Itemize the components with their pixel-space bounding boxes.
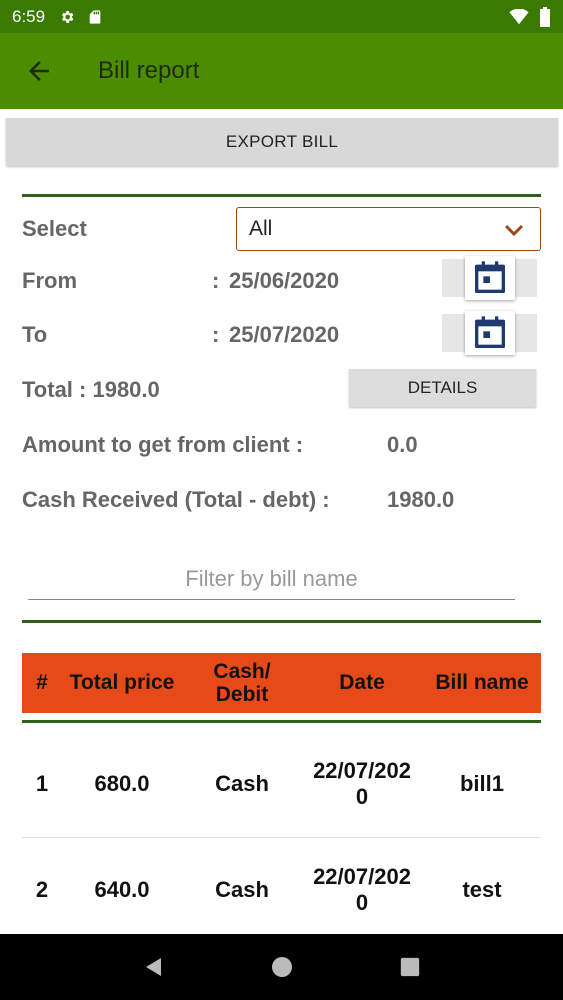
table-row[interactable]: 2 640.0 Cash 22/07/202 0 test [22,838,541,942]
table-row[interactable]: 1 680.0 Cash 22/07/202 0 bill1 [22,732,541,836]
cash-value: 1980.0 [387,487,455,512]
from-label: From [22,268,77,293]
cell-date: 22/07/202 0 [313,757,411,809]
cell-num: 1 [35,770,49,796]
col-total: Total price [69,671,175,695]
select-label: Select [22,216,87,241]
to-date: 25/07/2020 [229,322,340,347]
table-header-divider [22,720,541,723]
app-bar: Bill report [0,33,563,109]
table-top-divider [22,620,541,623]
col-date: Date [339,671,385,695]
from-date: 25/06/2020 [229,268,340,293]
calendar-icon [475,261,505,293]
details-button[interactable]: DETAILS [349,369,536,407]
export-bill-button[interactable]: EXPORT BILL [6,118,558,166]
cell-total: 680.0 [94,770,150,796]
select-value: All [249,217,273,240]
gear-icon [62,10,74,23]
from-calendar-button[interactable] [465,256,515,300]
top-divider [22,194,541,197]
home-circle-icon[interactable] [270,955,294,979]
from-colon: : [212,268,220,293]
status-bar: 6:59 [0,0,563,33]
amount-value: 0.0 [387,432,418,457]
to-calendar-button[interactable] [465,311,515,355]
cell-total: 640.0 [94,876,150,902]
cell-name: test [462,876,502,902]
cell-date: 22/07/202 0 [313,863,411,915]
wifi-icon [509,8,529,24]
system-nav-bar [0,934,563,1000]
battery-icon [540,6,550,27]
arrow-left-icon[interactable] [24,56,54,86]
table-header: # Total price Cash/ Debit Date Bill name [22,653,541,713]
status-time: 6:59 [12,6,46,26]
recents-square-icon[interactable] [399,956,421,978]
type-select[interactable]: All [236,207,541,251]
status-right [509,6,551,27]
back-triangle-icon[interactable] [142,955,166,979]
to-colon: : [212,322,220,347]
cash-label: Cash Received (Total - debt) : [22,487,330,512]
filter-input[interactable] [28,558,515,600]
page-title: Bill report [98,57,200,84]
col-num: # [36,671,48,695]
col-type: Cash/ Debit [213,659,271,706]
sd-card-icon [89,9,101,24]
cell-type: Cash [215,770,269,796]
cell-num: 2 [35,876,49,902]
amount-label: Amount to get from client : [22,432,304,457]
total-text: Total : 1980.0 [22,377,160,402]
chevron-down-icon [504,224,524,237]
cell-name: bill1 [459,770,504,796]
col-name: Bill name [435,671,529,695]
cell-type: Cash [215,876,269,902]
to-label: To [22,322,48,347]
calendar-icon [475,316,505,348]
